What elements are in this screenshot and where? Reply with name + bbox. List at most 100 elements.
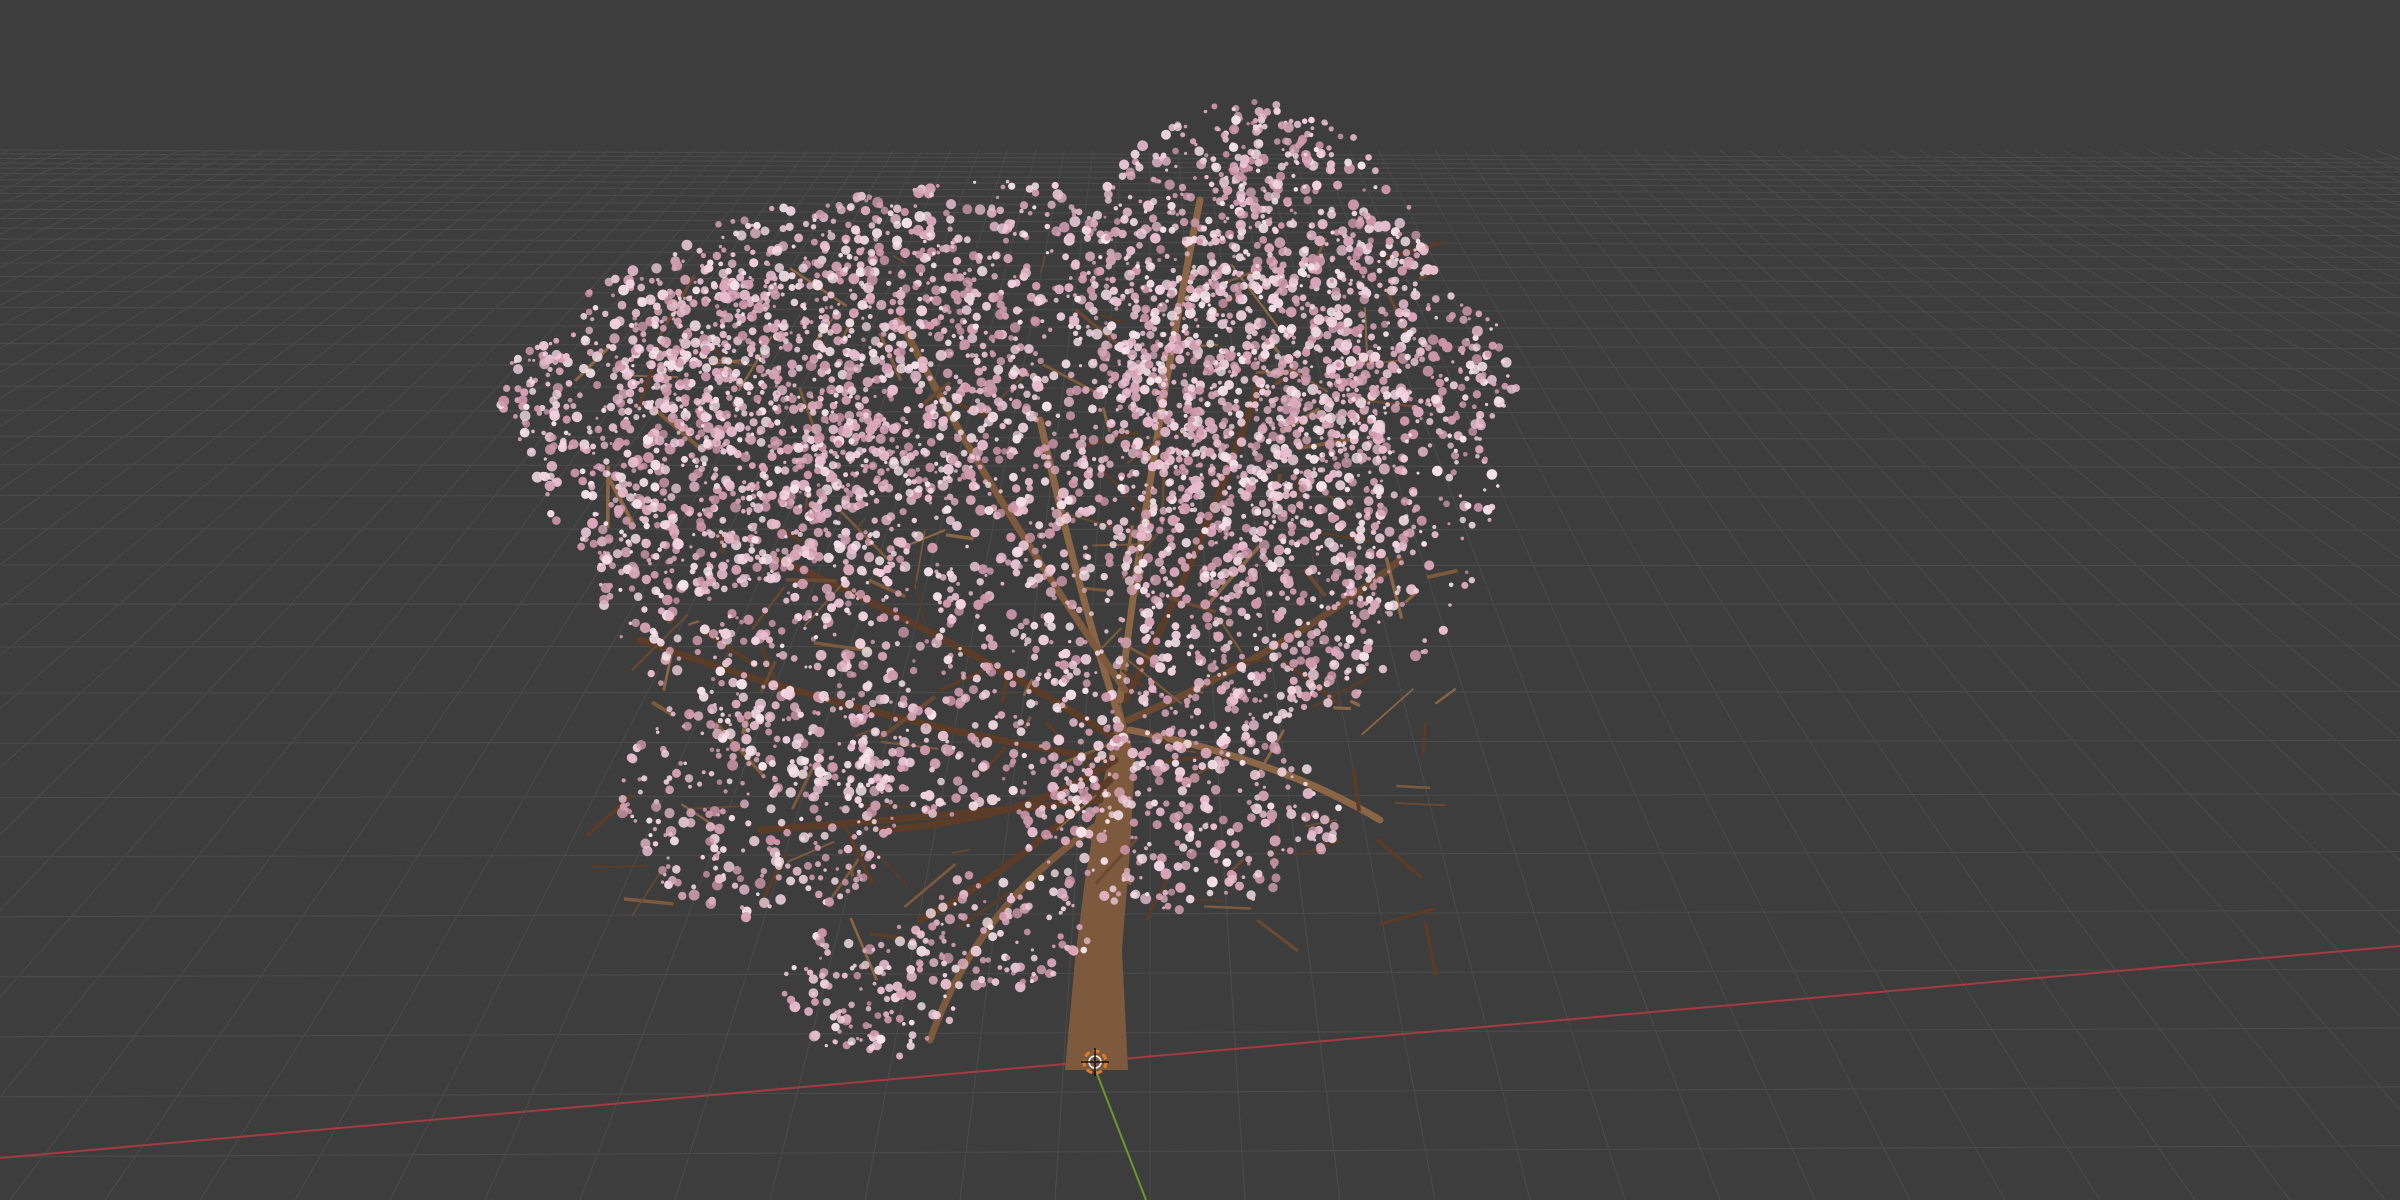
blossom <box>997 223 1008 235</box>
blossom <box>1319 467 1326 473</box>
blossom <box>1041 334 1047 339</box>
blossom <box>1284 547 1292 555</box>
blossom <box>1145 765 1150 771</box>
blossom <box>1061 359 1071 369</box>
blossom <box>851 588 857 593</box>
blossom <box>913 187 925 199</box>
blossom <box>1228 423 1235 430</box>
blossom <box>1496 484 1500 488</box>
blossom <box>843 239 849 245</box>
blossom <box>1374 293 1380 299</box>
blossom <box>641 338 647 343</box>
blossom <box>1062 253 1069 261</box>
blossom <box>639 276 644 281</box>
blossom <box>1113 218 1121 225</box>
blossom <box>795 460 805 470</box>
blossom <box>1148 262 1155 270</box>
blossom <box>833 392 839 398</box>
blossom <box>1229 345 1236 352</box>
blossom <box>1358 333 1363 338</box>
blossom <box>1222 401 1234 413</box>
blossom <box>1209 721 1218 730</box>
blossom <box>847 334 852 338</box>
blossom <box>992 689 997 694</box>
blossom <box>837 483 841 487</box>
blossom <box>1367 401 1371 405</box>
blossom <box>854 402 862 409</box>
blossom <box>1382 406 1387 410</box>
blossom <box>800 566 807 573</box>
blossom <box>898 626 909 638</box>
blossom <box>889 700 893 704</box>
blossom <box>828 376 836 383</box>
blossom <box>1373 185 1378 190</box>
blossom <box>950 272 960 282</box>
blossom <box>1438 625 1448 635</box>
blossom <box>1125 167 1135 177</box>
blossom <box>1283 197 1292 206</box>
blossom <box>958 646 962 651</box>
blossom <box>764 312 772 320</box>
blossom <box>946 475 951 479</box>
blossom <box>1302 435 1312 445</box>
blossom <box>860 568 867 576</box>
3d-viewport[interactable] <box>0 0 2400 1200</box>
blossom <box>1447 292 1455 300</box>
blossom <box>936 432 944 441</box>
blossom <box>1182 594 1192 604</box>
blossom <box>893 220 902 229</box>
blossom <box>840 484 845 489</box>
blossom <box>1166 614 1171 618</box>
blossom <box>927 487 934 494</box>
blossom <box>1219 451 1230 462</box>
blossom <box>1216 617 1224 625</box>
blossom <box>862 468 868 474</box>
blossom <box>580 335 591 346</box>
viewport-canvas[interactable] <box>0 0 2400 1200</box>
blossom <box>788 394 797 404</box>
blossom <box>1068 639 1072 644</box>
blossom <box>1268 524 1274 530</box>
blossom <box>1039 757 1047 765</box>
blossom <box>608 501 615 508</box>
tree-twig <box>785 577 837 583</box>
blossom <box>866 194 873 200</box>
blossom <box>1094 671 1098 675</box>
blossom <box>731 564 742 575</box>
blossom <box>667 412 678 423</box>
blossom <box>1252 633 1257 638</box>
blossom <box>962 383 972 393</box>
blossom <box>1406 204 1412 210</box>
blossom <box>881 598 886 602</box>
blossom <box>588 483 596 491</box>
blossom <box>1341 579 1350 587</box>
blossom <box>818 370 826 378</box>
blossom <box>972 674 981 683</box>
blossom <box>853 256 859 261</box>
blossom <box>1250 120 1255 126</box>
blossom <box>1235 294 1245 305</box>
blossom <box>1079 570 1090 581</box>
blossom <box>1198 762 1207 770</box>
blossom <box>1053 297 1059 303</box>
blossom <box>1218 212 1226 220</box>
blossom <box>1258 424 1268 434</box>
blossom <box>842 348 848 355</box>
blossom <box>841 500 851 510</box>
blossom <box>1283 369 1289 376</box>
blossom <box>1017 433 1024 439</box>
blossom <box>650 459 661 471</box>
blossom <box>914 211 926 222</box>
blossom <box>1355 512 1363 519</box>
blossom <box>1293 211 1297 215</box>
blossom <box>1144 275 1150 280</box>
blossom <box>1347 409 1357 420</box>
blossom <box>759 471 767 479</box>
blossom <box>1101 692 1111 702</box>
blossom <box>733 230 740 237</box>
blossom <box>1241 144 1246 150</box>
blossom <box>1461 581 1469 589</box>
blossom <box>1348 372 1354 379</box>
blossom <box>1384 601 1394 611</box>
blossom <box>846 418 854 426</box>
